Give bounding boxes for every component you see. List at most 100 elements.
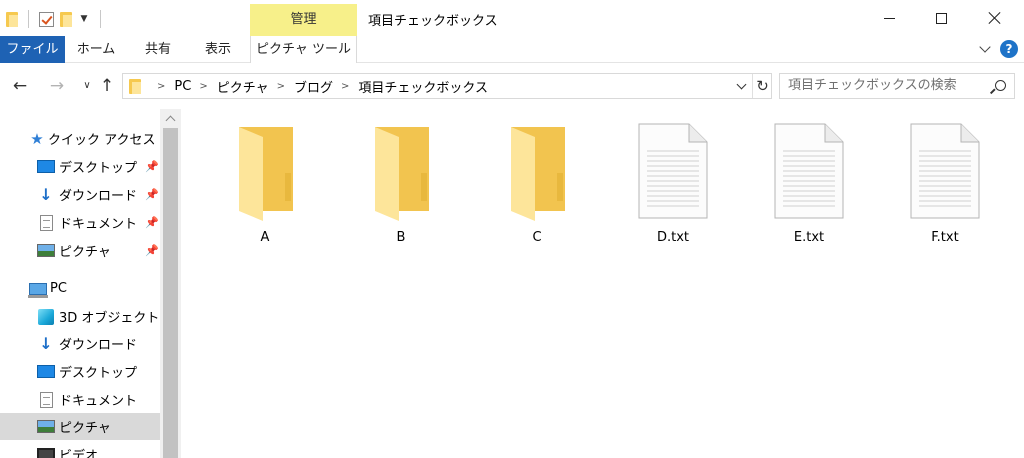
nav-label: ピクチャ xyxy=(59,421,111,436)
breadcrumb-pictures[interactable]: ピクチャ xyxy=(217,77,269,96)
file-name: D.txt xyxy=(656,230,690,245)
nav-item-downloads[interactable]: ↓ ダウンロード 📌 xyxy=(0,181,160,208)
nav-item-downloads-pc[interactable]: ↓ ダウンロード xyxy=(0,330,160,357)
text-file-icon xyxy=(910,123,980,219)
nav-label: PC xyxy=(50,281,67,296)
breadcrumb-pc[interactable]: PC xyxy=(174,79,191,94)
nav-label: デスクトップ xyxy=(59,161,138,176)
file-item-folder-a[interactable]: A xyxy=(215,121,315,259)
computer-icon xyxy=(28,281,48,298)
address-dropdown-icon[interactable] xyxy=(733,74,751,98)
file-item-text-e[interactable]: E.txt xyxy=(759,121,859,259)
download-icon: ↓ xyxy=(39,334,53,353)
search-box[interactable]: 項目チェックボックスの検索 xyxy=(779,73,1015,99)
pin-icon[interactable]: 📌 xyxy=(145,216,159,229)
folder-icon xyxy=(375,127,429,221)
pin-icon[interactable]: 📌 xyxy=(145,244,159,257)
nav-item-3d-objects[interactable]: 3D オブジェクト xyxy=(0,303,160,330)
properties-icon[interactable] xyxy=(39,11,54,27)
desktop-icon xyxy=(37,364,55,380)
nav-label: ピクチャ xyxy=(59,245,111,260)
folder-icon xyxy=(129,79,141,94)
file-name: F.txt xyxy=(931,230,959,245)
pin-icon[interactable]: 📌 xyxy=(145,188,159,201)
tab-home[interactable]: ホーム xyxy=(68,36,124,63)
file-name: E.txt xyxy=(793,230,825,245)
folder-icon xyxy=(511,127,565,221)
nav-item-pictures[interactable]: ピクチャ 📌 xyxy=(0,237,160,264)
quick-access-toolbar: ▼ xyxy=(6,8,105,30)
3d-objects-icon xyxy=(37,308,55,325)
forward-arrow-icon[interactable]: → xyxy=(46,75,68,97)
file-name: B xyxy=(396,230,406,245)
chevron-right-icon[interactable]: > xyxy=(199,81,207,92)
divider xyxy=(28,10,29,28)
customize-toolbar-icon[interactable]: ▼ xyxy=(78,14,90,24)
tab-file[interactable]: ファイル xyxy=(0,36,65,63)
minimize-icon xyxy=(883,17,895,19)
scroll-thumb[interactable] xyxy=(163,128,178,458)
breadcrumb-blog[interactable]: ブログ xyxy=(294,77,333,96)
navigation-bar: ← → ∨ ↑ > PC > ピクチャ > ブログ > 項目チェックボックス ↻… xyxy=(0,63,1024,109)
title-bar: ▼ 管理 項目チェックボックス xyxy=(0,0,1024,36)
new-folder-icon[interactable] xyxy=(60,11,72,27)
nav-label: ダウンロード xyxy=(59,338,138,353)
nav-item-documents[interactable]: ドキュメント 📌 xyxy=(0,209,160,236)
nav-label: 3D オブジェクト xyxy=(59,311,160,326)
video-icon xyxy=(37,447,55,458)
file-item-folder-c[interactable]: C xyxy=(487,121,587,259)
chevron-right-icon[interactable]: > xyxy=(277,81,285,92)
file-item-folder-b[interactable]: B xyxy=(351,121,451,259)
file-item-text-d[interactable]: D.txt xyxy=(623,121,723,259)
file-list: A B C D.txt E.txt F.txt xyxy=(181,109,1024,458)
nav-item-documents-pc[interactable]: ドキュメント xyxy=(0,386,160,413)
nav-item-desktop[interactable]: デスクトップ 📌 xyxy=(0,153,160,180)
document-icon xyxy=(37,391,55,408)
nav-label: クイック アクセス xyxy=(48,133,156,148)
minimize-button[interactable] xyxy=(864,0,914,36)
pin-icon[interactable]: 📌 xyxy=(145,160,159,173)
recent-locations-icon[interactable]: ∨ xyxy=(76,75,98,97)
help-icon[interactable]: ? xyxy=(1000,40,1018,58)
expand-ribbon-icon[interactable] xyxy=(976,40,996,60)
tab-picture-tools[interactable]: ピクチャ ツール xyxy=(250,36,357,63)
text-file-icon xyxy=(638,123,708,219)
nav-label: ビデオ xyxy=(59,449,99,458)
nav-quick-access[interactable]: ★ クイック アクセス xyxy=(0,125,160,152)
search-icon[interactable] xyxy=(991,79,1007,95)
scroll-up-icon[interactable] xyxy=(160,109,181,127)
nav-item-pictures-pc[interactable]: ピクチャ xyxy=(0,413,160,440)
address-bar[interactable]: > PC > ピクチャ > ブログ > 項目チェックボックス ↻ xyxy=(122,73,772,99)
nav-item-videos[interactable]: ビデオ xyxy=(0,441,160,458)
maximize-button[interactable] xyxy=(916,0,966,36)
tab-view[interactable]: 表示 xyxy=(190,36,246,63)
file-name: C xyxy=(532,230,542,245)
nav-label: デスクトップ xyxy=(59,366,138,381)
pictures-icon xyxy=(37,419,55,435)
text-file-icon xyxy=(774,123,844,219)
chevron-right-icon[interactable]: > xyxy=(341,81,349,92)
tab-share[interactable]: 共有 xyxy=(130,36,186,63)
breadcrumb: > PC > ピクチャ > ブログ > 項目チェックボックス xyxy=(149,74,488,98)
refresh-icon[interactable]: ↻ xyxy=(752,74,772,98)
nav-pane-scrollbar[interactable] xyxy=(160,109,181,458)
nav-label: ダウンロード xyxy=(59,189,138,204)
tab-manage[interactable]: 管理 xyxy=(250,4,357,36)
folder-icon xyxy=(6,11,18,27)
file-item-text-f[interactable]: F.txt xyxy=(895,121,995,259)
up-arrow-icon[interactable]: ↑ xyxy=(96,75,118,97)
nav-item-desktop-pc[interactable]: デスクトップ xyxy=(0,358,160,385)
document-icon xyxy=(37,214,55,231)
navigation-pane: ★ クイック アクセス デスクトップ 📌 ↓ ダウンロード 📌 ドキュメント 📌… xyxy=(0,109,160,458)
desktop-icon xyxy=(37,159,55,175)
back-arrow-icon[interactable]: ← xyxy=(9,75,31,97)
star-icon: ★ xyxy=(30,129,44,148)
breadcrumb-current[interactable]: 項目チェックボックス xyxy=(358,77,488,96)
nav-pc[interactable]: PC xyxy=(0,275,160,302)
nav-label: ドキュメント xyxy=(59,394,138,409)
folder-icon xyxy=(239,127,293,221)
close-button[interactable] xyxy=(970,0,1020,36)
search-input[interactable]: 項目チェックボックスの検索 xyxy=(788,74,957,98)
close-icon xyxy=(988,11,1002,25)
download-icon: ↓ xyxy=(39,185,53,204)
